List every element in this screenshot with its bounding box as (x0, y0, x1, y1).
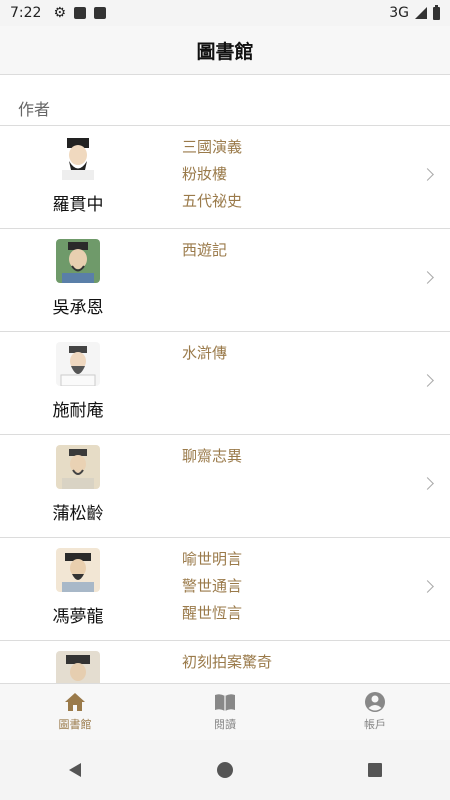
tab-label: 閱讀 (214, 718, 236, 731)
chevron-right-icon (421, 580, 434, 593)
section-header: 作者 (0, 75, 450, 126)
book-title[interactable]: 聊齋志異 (182, 445, 242, 472)
author-row[interactable]: 馮夢龍 喻世明言 警世通言 醒世恆言 (0, 538, 450, 641)
book-title[interactable]: 喻世明言 (182, 548, 242, 575)
a-icon (74, 7, 87, 19)
author-name: 施耐庵 (52, 401, 104, 421)
book-title[interactable]: 西遊記 (182, 239, 227, 266)
home-icon (65, 693, 85, 711)
book-title[interactable]: 水滸傳 (182, 342, 227, 369)
book-icon (215, 694, 235, 711)
book-list: 喻世明言 警世通言 醒世恆言 (182, 548, 242, 629)
book-title[interactable]: 初刻拍案驚奇 (182, 651, 272, 678)
chevron-right-icon (421, 271, 434, 284)
author-name: 馮夢龍 (52, 607, 104, 627)
author-name: 蒲松齡 (52, 504, 104, 524)
author-portrait (56, 445, 100, 489)
author-row[interactable]: 吳承恩 西遊記 (0, 229, 450, 332)
author-portrait (56, 651, 100, 683)
back-icon (69, 763, 81, 777)
status-right: 3G (389, 4, 440, 21)
book-list: 三國演義 粉妝樓 五代祕史 (182, 136, 242, 217)
author-portrait (56, 548, 100, 592)
account-icon (365, 692, 385, 712)
page-title: 圖書館 (196, 40, 254, 63)
chevron-right-icon (421, 477, 434, 490)
author-portrait (56, 342, 100, 386)
author-portrait (56, 239, 100, 283)
book-title[interactable]: 三國演義 (182, 136, 242, 163)
status-bar: 7:22 ⚙ 3G (0, 0, 450, 26)
author-row[interactable]: 羅貫中 三國演義 粉妝樓 五代祕史 (0, 126, 450, 229)
author-row[interactable]: 施耐庵 水滸傳 (0, 332, 450, 435)
sd-card-icon (94, 7, 107, 19)
bottom-nav: 圖書館 閱讀 帳戶 (0, 683, 450, 740)
tab-library[interactable]: 圖書館 (0, 684, 150, 740)
tab-label: 帳戶 (364, 718, 386, 731)
system-nav (0, 740, 450, 800)
home-circle-icon (217, 762, 233, 778)
gear-icon: ⚙ (53, 5, 67, 21)
recents-icon (368, 763, 382, 777)
tab-account[interactable]: 帳戶 (300, 684, 450, 740)
book-title[interactable]: 警世通言 (182, 575, 242, 602)
book-list: 西遊記 (182, 239, 227, 266)
status-time: 7:22 (10, 5, 42, 21)
chevron-right-icon (421, 168, 434, 181)
network-label: 3G (389, 5, 409, 21)
author-portrait (56, 136, 100, 180)
book-list: 水滸傳 (182, 342, 227, 369)
author-name: 羅貫中 (52, 195, 104, 215)
back-button[interactable] (55, 750, 95, 790)
status-icons: ⚙ (53, 5, 107, 21)
battery-icon (433, 4, 440, 20)
section-label: 作者 (18, 100, 51, 119)
author-row[interactable]: 蒲松齡 聊齋志異 (0, 435, 450, 538)
tab-label: 圖書館 (58, 718, 92, 731)
home-button[interactable] (205, 750, 245, 790)
book-title[interactable]: 五代祕史 (182, 190, 242, 217)
chevron-right-icon (421, 374, 434, 387)
tab-reading[interactable]: 閱讀 (150, 684, 300, 740)
book-list: 初刻拍案驚奇 (182, 651, 272, 678)
recents-button[interactable] (355, 750, 395, 790)
author-list[interactable]: 作者 羅貫中 三國演義 粉妝樓 五代祕史 吳承恩 西遊記 施耐庵 水滸傳 蒲松齡… (0, 75, 450, 683)
signal-icon (415, 7, 427, 19)
author-name: 吳承恩 (52, 298, 104, 318)
book-title[interactable]: 醒世恆言 (182, 602, 242, 629)
book-title[interactable]: 粉妝樓 (182, 163, 242, 190)
author-row[interactable]: 初刻拍案驚奇 (0, 641, 450, 683)
book-list: 聊齋志異 (182, 445, 242, 472)
app-header: 圖書館 (0, 26, 450, 75)
